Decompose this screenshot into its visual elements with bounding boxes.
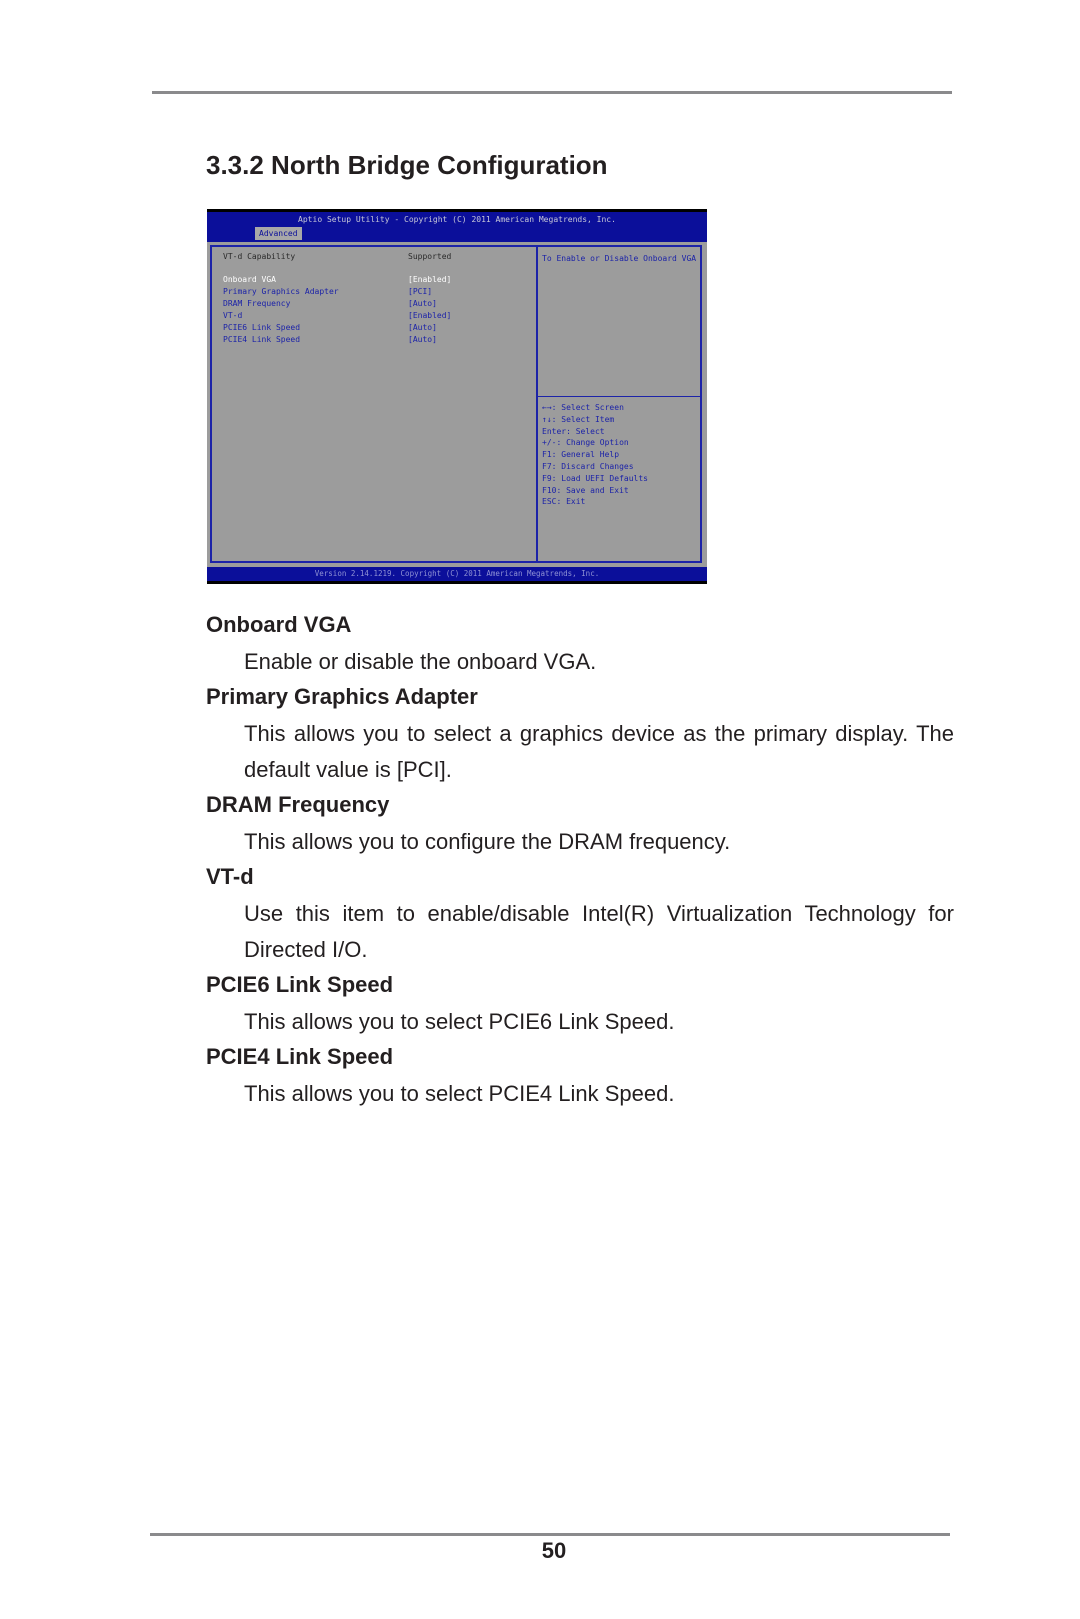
- bios-row-value[interactable]: [PCI]: [408, 286, 432, 298]
- desc-dram-frequency: This allows you to configure the DRAM fr…: [244, 829, 731, 854]
- bios-row-label: PCIE4 Link Speed: [223, 335, 301, 344]
- bios-row-label: DRAM Frequency: [223, 299, 291, 308]
- bios-row-label: PCIE6 Link Speed: [223, 323, 301, 332]
- key-load-defaults: F9: Load UEFI Defaults: [542, 473, 648, 483]
- bios-tab-advanced[interactable]: Advanced: [255, 227, 302, 240]
- bios-row-vtd-capability: VT-d Capability Supported: [223, 251, 533, 263]
- page-number: 50: [541, 1538, 567, 1563]
- key-general-help: F1: General Help: [542, 450, 620, 460]
- bios-row-vtd[interactable]: VT-d [Enabled]: [223, 310, 533, 322]
- bios-body: VT-d Capability Supported Onboard VGA [E…: [207, 242, 707, 567]
- bios-help-divider: [538, 396, 700, 397]
- desc-vtd: Use this item to enable/disable Intel(R)…: [244, 901, 954, 962]
- desc-primary-graphics-adapter: This allows you to select a graphics dev…: [244, 721, 954, 782]
- bios-row-value[interactable]: [Auto]: [408, 322, 437, 334]
- bios-row-value[interactable]: [Auto]: [408, 334, 437, 346]
- key-esc-exit: ESC: Exit: [542, 497, 586, 507]
- bios-row-pcie6-link-speed[interactable]: PCIE6 Link Speed [Auto]: [223, 322, 533, 334]
- desc-pcie6-link-speed: This allows you to select PCIE6 Link Spe…: [244, 1009, 675, 1034]
- bios-row-pcie4-link-speed[interactable]: PCIE4 Link Speed [Auto]: [223, 334, 533, 346]
- bios-row-label: VT-d Capability: [223, 252, 296, 261]
- key-change-option: +/-: Change Option: [542, 438, 629, 448]
- section-title: 3.3.2 North Bridge Configuration: [206, 150, 608, 180]
- bios-row-label: VT-d: [223, 311, 243, 320]
- bios-help-text: To Enable or Disable Onboard VGA: [542, 254, 697, 263]
- bios-screenshot: Aptio Setup Utility - Copyright (C) 2011…: [207, 209, 707, 584]
- bios-key-legend: ←→: Select Screen ↑↓: Select Item Enter:…: [542, 402, 648, 508]
- key-save-exit: F10: Save and Exit: [542, 485, 629, 495]
- key-select-item: ↑↓: Select Item: [542, 414, 615, 424]
- heading-onboard-vga: Onboard VGA: [206, 612, 352, 637]
- heading-dram-frequency: DRAM Frequency: [206, 792, 390, 817]
- desc-pcie4-link-speed: This allows you to select PCIE4 Link Spe…: [244, 1081, 675, 1106]
- bios-row-value[interactable]: [Enabled]: [408, 310, 451, 322]
- heading-primary-graphics-adapter: Primary Graphics Adapter: [206, 684, 478, 709]
- bios-row-value[interactable]: [Auto]: [408, 298, 437, 310]
- key-enter-select: Enter: Select: [542, 426, 605, 436]
- heading-pcie6-link-speed: PCIE6 Link Speed: [206, 972, 394, 997]
- header-rule: [152, 91, 952, 94]
- bios-vertical-divider: [536, 245, 538, 563]
- bios-row-primary-graphics-adapter[interactable]: Primary Graphics Adapter [PCI]: [223, 286, 533, 298]
- bios-row-dram-frequency[interactable]: DRAM Frequency [Auto]: [223, 298, 533, 310]
- key-select-screen: ←→: Select Screen: [542, 403, 624, 412]
- bios-title: Aptio Setup Utility - Copyright (C) 2011…: [298, 215, 616, 224]
- desc-onboard-vga: Enable or disable the onboard VGA.: [244, 649, 597, 674]
- heading-pcie4-link-speed: PCIE4 Link Speed: [206, 1044, 394, 1069]
- bios-footer: Version 2.14.1219. Copyright (C) 2011 Am…: [207, 567, 707, 581]
- bios-row-label: Primary Graphics Adapter: [223, 287, 339, 296]
- footer-rule: [150, 1533, 950, 1536]
- bios-row-onboard-vga[interactable]: Onboard VGA [Enabled]: [223, 274, 533, 286]
- key-discard-changes: F7: Discard Changes: [542, 461, 634, 471]
- bios-row-value: Supported: [408, 252, 452, 261]
- bios-row-label: Onboard VGA: [223, 275, 276, 284]
- heading-vtd: VT-d: [206, 864, 254, 889]
- bios-row-value[interactable]: [Enabled]: [408, 274, 451, 286]
- bios-header: Aptio Setup Utility - Copyright (C) 2011…: [207, 212, 707, 242]
